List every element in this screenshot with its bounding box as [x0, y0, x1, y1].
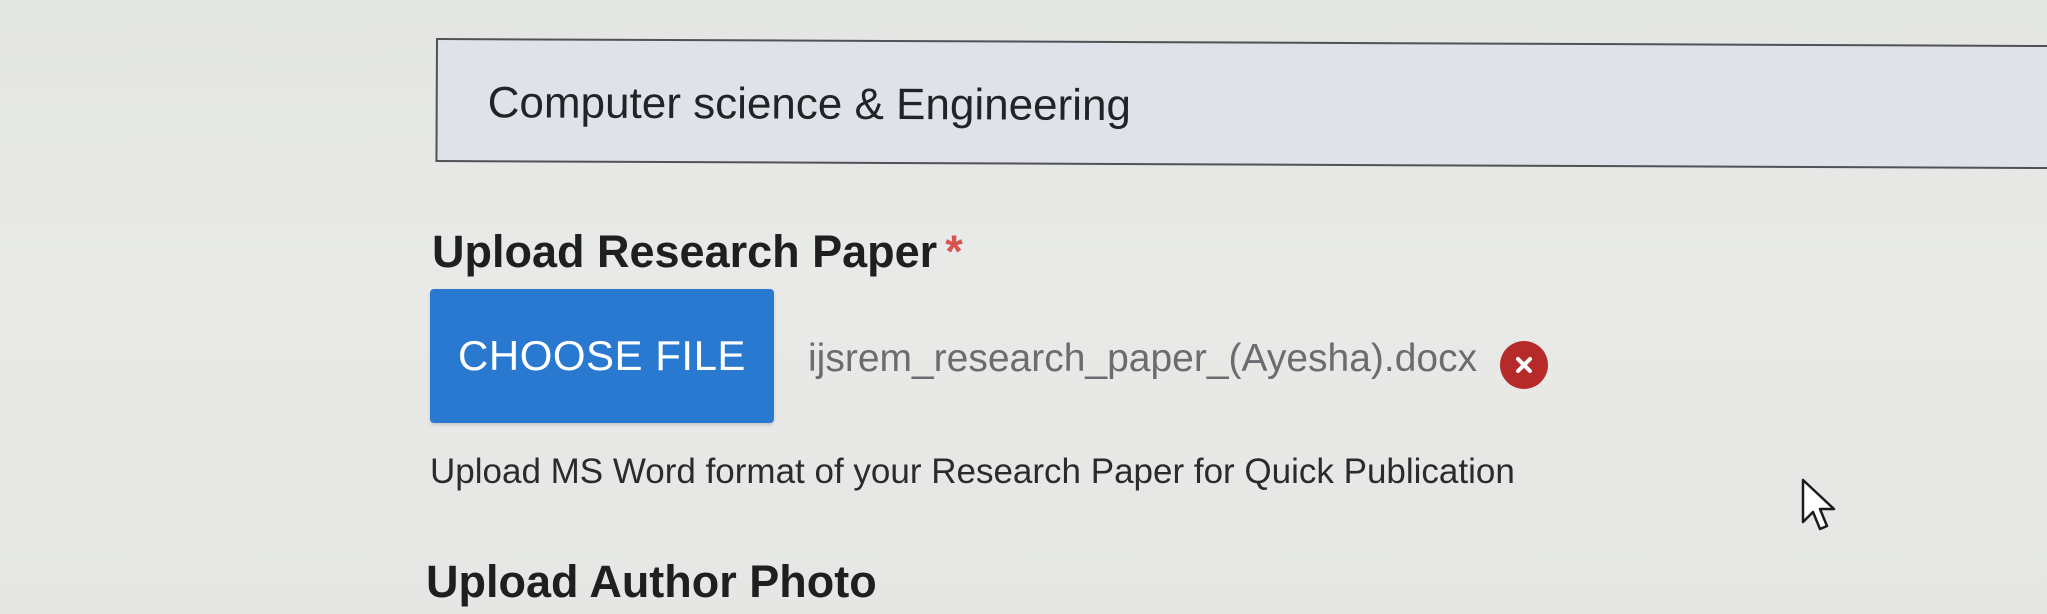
close-icon [1516, 357, 1532, 373]
area-select[interactable]: Computer science & Engineering [435, 38, 2047, 170]
required-asterisk: * [945, 226, 963, 277]
upload-help-text: Upload MS Word format of your Research P… [430, 452, 1515, 491]
form-page: Select Area Computer science & Engineeri… [0, 0, 2047, 614]
selected-file-name: ijsrem_research_paper_(Ayesha).docx [808, 337, 1478, 380]
remove-file-icon[interactable] [1500, 341, 1548, 389]
area-select-value: Computer science & Engineering [487, 78, 1132, 131]
upload-author-photo-label: Upload Author Photo [426, 556, 877, 607]
upload-research-paper-label: Upload Research Paper * [432, 226, 963, 278]
select-area-label: Select Area [440, 0, 678, 10]
upload-research-paper-label-text: Upload Research Paper [432, 226, 938, 277]
mouse-pointer-icon [1801, 478, 1836, 531]
choose-file-button[interactable]: CHOOSE FILE [430, 289, 774, 423]
